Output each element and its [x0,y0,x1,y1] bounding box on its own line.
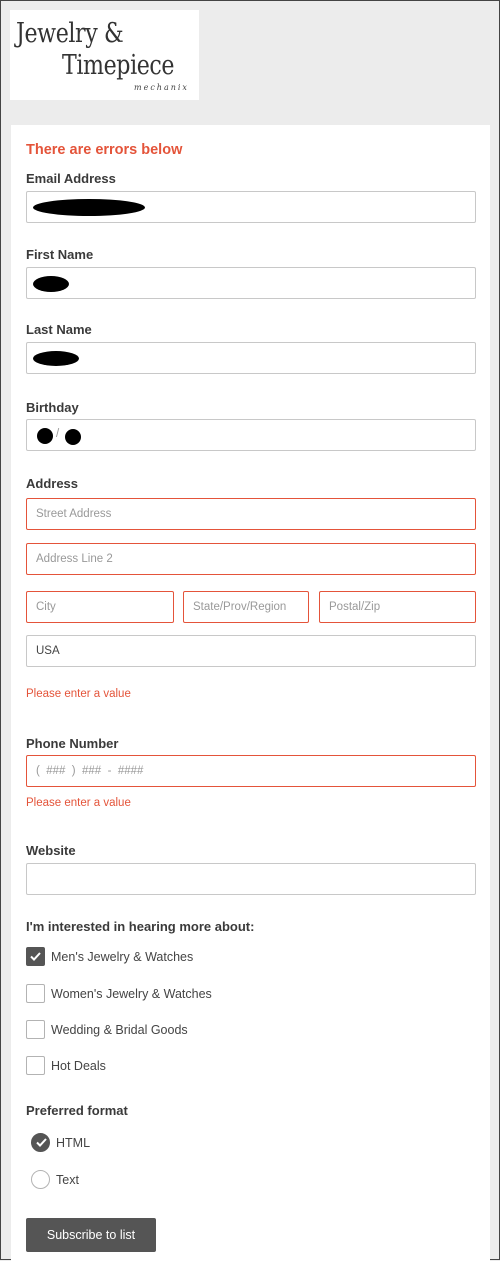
last-name-label: Last Name [26,322,92,337]
interest-hot-deals-checkbox[interactable] [26,1056,45,1075]
logo-line-2: Timepiece [62,50,175,81]
format-html-radio[interactable] [31,1133,50,1152]
last-name-field[interactable] [26,342,476,374]
interest-wedding-checkbox[interactable] [26,1020,45,1039]
birthday-field[interactable]: / [26,419,476,451]
email-field[interactable] [26,191,476,223]
interest-mens-checkbox[interactable] [26,947,45,966]
address-error-message: Please enter a value [26,688,131,700]
check-icon [30,952,41,961]
zip-input[interactable]: Postal/Zip [319,591,476,623]
logo-line-1: Jewelry & [16,18,124,49]
signup-form: There are errors below Email Address Fir… [11,125,490,1261]
country-field[interactable]: USA [26,635,476,667]
redacted-birth-day [65,429,81,445]
redacted-birth-month [37,428,53,444]
street-address-input[interactable]: Street Address [26,498,476,530]
logo-subtitle: mechanix [134,83,189,92]
redacted-email [33,199,145,216]
city-input[interactable]: City [26,591,174,623]
subscribe-button[interactable]: Subscribe to list [26,1218,156,1252]
check-icon [36,1138,47,1147]
error-heading: There are errors below [26,142,183,158]
birthday-label: Birthday [26,400,79,415]
phone-label: Phone Number [26,736,119,751]
first-name-field[interactable] [26,267,476,299]
address-label: Address [26,476,79,491]
interest-wedding-label: Wedding & Bridal Goods [51,1023,188,1037]
phone-error-message: Please enter a value [26,797,131,809]
interest-womens-label: Women's Jewelry & Watches [51,987,212,1001]
redacted-first-name [33,276,69,292]
format-text-radio[interactable] [31,1170,50,1189]
format-label: Preferred format [26,1103,128,1118]
interest-womens-checkbox[interactable] [26,984,45,1003]
email-label: Email Address [26,171,116,186]
format-html-label: HTML [56,1136,91,1150]
birthday-separator: / [56,428,60,440]
phone-input[interactable]: ( ### ) ### - #### [26,755,476,787]
brand-logo: Jewelry & Timepiece mechanix [10,10,199,100]
interest-mens-label: Men's Jewelry & Watches [51,950,194,964]
address-line-2-input[interactable]: Address Line 2 [26,543,476,575]
website-input[interactable] [26,863,476,895]
format-text-label: Text [56,1173,79,1187]
website-label: Website [26,843,76,858]
redacted-last-name [33,351,79,366]
first-name-label: First Name [26,247,94,262]
interests-label: I'm interested in hearing more about: [26,919,255,934]
state-input[interactable]: State/Prov/Region [183,591,309,623]
interest-hot-deals-label: Hot Deals [51,1059,106,1073]
